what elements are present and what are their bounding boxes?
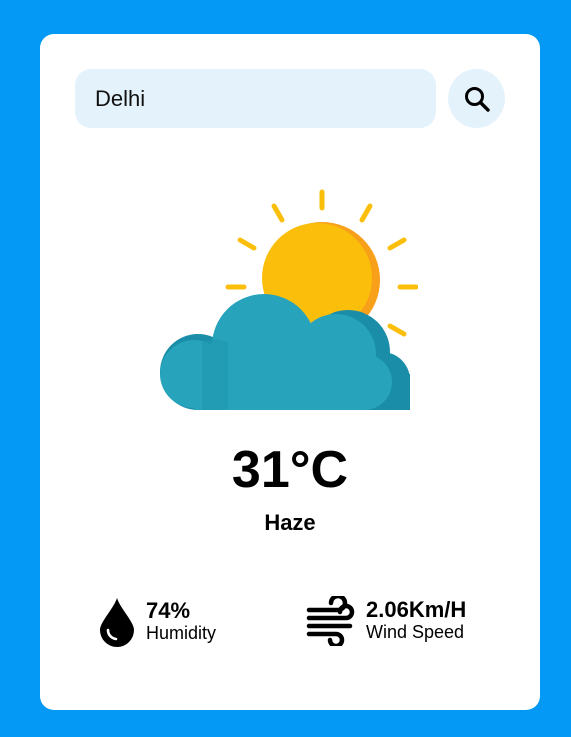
wind-speed-value: 2.06Km/H (366, 597, 467, 623)
sun-behind-cloud-icon (160, 189, 418, 410)
wind-detail: 2.06Km/H Wind Speed (306, 596, 466, 646)
water-drop-icon (100, 598, 134, 647)
temperature-value: 31°C (231, 441, 349, 499)
search-icon (464, 86, 490, 112)
weather-card: 31°C Haze 74% Humidity 2.06Km/H Wind Spe… (40, 34, 540, 710)
humidity-label: Humidity (146, 623, 217, 644)
humidity-value: 74% (146, 598, 191, 624)
wind-speed-label: Wind Speed (366, 622, 465, 643)
city-search-input[interactable] (75, 69, 436, 128)
wind-icon (306, 596, 355, 646)
weather-condition: Haze (264, 510, 316, 535)
search-button[interactable] (448, 69, 505, 128)
humidity-detail: 74% Humidity (98, 596, 216, 648)
